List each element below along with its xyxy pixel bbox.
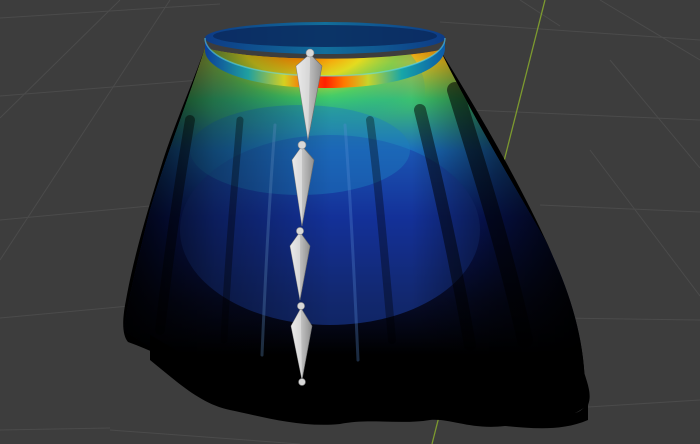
viewport-canvas[interactable] (0, 0, 700, 444)
joint-head-1[interactable] (305, 48, 315, 58)
3d-viewport[interactable] (0, 0, 700, 444)
joint-2[interactable] (297, 140, 307, 150)
joint-4[interactable] (297, 302, 305, 310)
joint-3[interactable] (296, 227, 304, 235)
joint-tail[interactable] (298, 378, 306, 386)
